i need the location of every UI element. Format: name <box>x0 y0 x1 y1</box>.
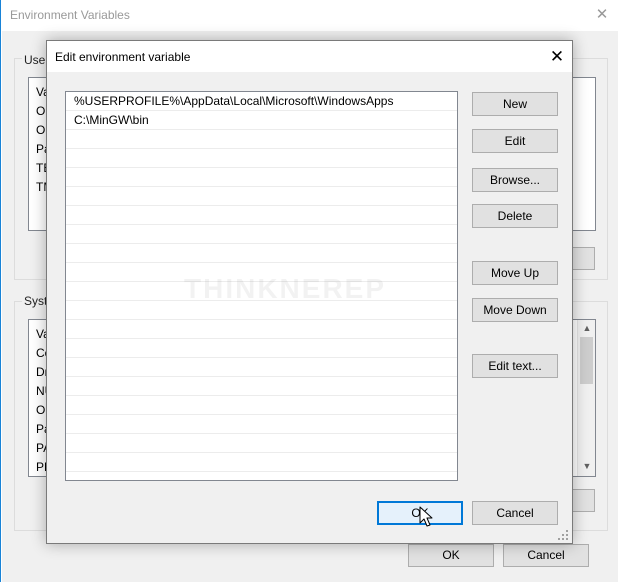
scroll-down-icon[interactable]: ▼ <box>578 458 595 475</box>
resize-grip-icon[interactable] <box>557 529 569 541</box>
empty-list-row[interactable] <box>66 434 457 453</box>
delete-button[interactable]: Delete <box>472 204 558 228</box>
empty-list-row[interactable] <box>66 396 457 415</box>
mouse-pointer-icon <box>419 506 433 527</box>
edit-environment-variable-dialog: Edit environment variable ✕ %USERPROFILE… <box>46 40 573 544</box>
empty-list-row[interactable] <box>66 415 457 434</box>
watermark: THINKNEREP <box>184 273 387 304</box>
system-list-scrollbar[interactable]: ▲ ▼ <box>577 320 595 476</box>
empty-list-row[interactable] <box>66 453 457 472</box>
edit-text-button[interactable]: Edit text... <box>472 354 558 378</box>
move-up-button[interactable]: Move Up <box>472 261 558 285</box>
close-icon[interactable]: ✕ <box>543 45 571 69</box>
env-ok-button[interactable]: OK <box>408 544 494 567</box>
env-cancel-button[interactable]: Cancel <box>503 544 589 567</box>
new-button[interactable]: New <box>472 92 558 116</box>
empty-list-row[interactable] <box>66 320 457 339</box>
cancel-button[interactable]: Cancel <box>472 501 558 525</box>
env-window-titlebar: Environment Variables ✕ <box>1 0 618 31</box>
scroll-up-icon[interactable]: ▲ <box>578 320 595 337</box>
edit-button[interactable]: Edit <box>472 129 558 153</box>
empty-list-row[interactable] <box>66 225 457 244</box>
dialog-title: Edit environment variable <box>55 50 191 64</box>
dialog-titlebar: Edit environment variable ✕ <box>47 41 572 72</box>
env-window-title: Environment Variables <box>10 8 130 22</box>
path-list-item[interactable]: C:\MinGW\bin <box>66 111 457 130</box>
empty-list-row[interactable] <box>66 206 457 225</box>
close-icon[interactable]: ✕ <box>591 6 613 24</box>
empty-list-row[interactable] <box>66 187 457 206</box>
browse-button[interactable]: Browse... <box>472 168 558 192</box>
empty-list-row[interactable] <box>66 130 457 149</box>
empty-list-row[interactable] <box>66 244 457 263</box>
empty-list-row[interactable] <box>66 339 457 358</box>
scroll-thumb[interactable] <box>580 337 593 384</box>
empty-list-row[interactable] <box>66 168 457 187</box>
empty-list-row[interactable] <box>66 358 457 377</box>
empty-list-row[interactable] <box>66 377 457 396</box>
move-down-button[interactable]: Move Down <box>472 298 558 322</box>
empty-list-row[interactable] <box>66 149 457 168</box>
path-list-item[interactable]: %USERPROFILE%\AppData\Local\Microsoft\Wi… <box>66 92 457 111</box>
